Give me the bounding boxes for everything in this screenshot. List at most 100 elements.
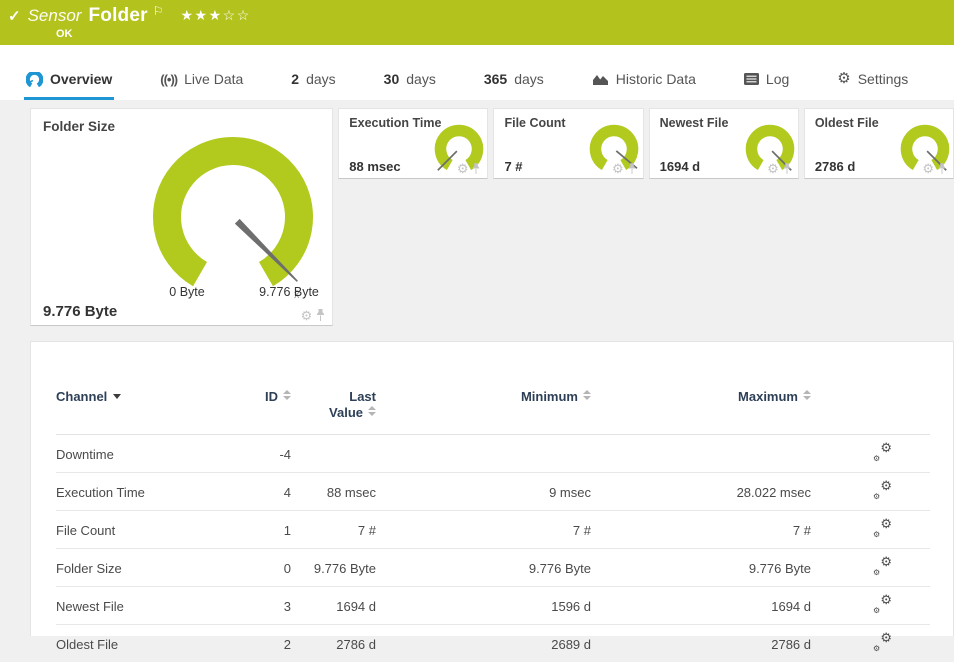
- column-header-id[interactable]: ID: [226, 342, 291, 435]
- pin-icon[interactable]: [316, 309, 325, 322]
- channel-settings-icon[interactable]: ⚙⚙: [873, 597, 893, 612]
- channel-value: 2786 d: [815, 159, 855, 174]
- channel-id: -4: [226, 435, 291, 473]
- channel-name: Execution Time: [56, 473, 226, 511]
- tab-label: days: [406, 71, 436, 87]
- live-data-icon: ((•)): [160, 72, 177, 87]
- tab-settings[interactable]: ⚙ Settings: [835, 71, 910, 100]
- channel-minimum: 1596 d: [376, 587, 591, 625]
- tab-label: Overview: [50, 71, 112, 87]
- channel-last-value: 2786 d: [291, 625, 376, 662]
- channel-value: 88 msec: [349, 159, 400, 174]
- sort-icon: [803, 390, 811, 400]
- tile-title: File Count: [504, 116, 565, 130]
- channel-settings-icon[interactable]: ⚙⚙: [873, 483, 893, 498]
- gauge-settings-icon[interactable]: ⚙: [457, 163, 469, 175]
- channel-table-panel: Channel ID LastValue Minimum Maximum Dow…: [30, 341, 954, 636]
- table-row-newest-file: Newest File 3 1694 d 1596 d 1694 d ⚙⚙: [56, 587, 930, 625]
- pin-icon[interactable]: [472, 163, 480, 175]
- tab-bar: Overview ((•)) Live Data 2 days 30 days …: [0, 45, 954, 100]
- sort-icon: [368, 406, 376, 416]
- channel-maximum: 28.022 msec: [591, 473, 811, 511]
- column-header-last-value[interactable]: LastValue: [291, 342, 376, 435]
- sort-icon: [583, 390, 591, 400]
- tile-title: Oldest File: [815, 116, 879, 130]
- tile-title: Folder Size: [43, 119, 115, 134]
- overview-content: Folder Size x̄ 0 Byte 9.776 Byte 9.776 B…: [0, 100, 954, 636]
- channel-last-value: [291, 435, 376, 473]
- stars-empty: ☆☆: [223, 7, 251, 23]
- gauge-settings-icon[interactable]: ⚙: [922, 163, 934, 175]
- tab-live-data[interactable]: ((•)) Live Data: [158, 71, 245, 100]
- stars-filled: ★★★: [180, 7, 222, 23]
- tile-title: Newest File: [660, 116, 729, 130]
- flag-icon[interactable]: ⚐: [153, 0, 164, 22]
- tab-label: Live Data: [184, 71, 243, 87]
- pin-icon[interactable]: [628, 163, 636, 175]
- tab-365-days[interactable]: 365 days: [482, 71, 546, 100]
- tile-file-count[interactable]: File Count 7 # ⚙: [493, 108, 643, 179]
- gauge-settings-icon[interactable]: ⚙: [301, 310, 313, 322]
- channel-settings-icon[interactable]: ⚙⚙: [873, 635, 893, 650]
- table-row-execution-time: Execution Time 4 88 msec 9 msec 28.022 m…: [56, 473, 930, 511]
- gauge-tiles: Folder Size x̄ 0 Byte 9.776 Byte 9.776 B…: [30, 108, 954, 326]
- pin-icon[interactable]: [783, 163, 791, 175]
- gauge-max-label: 9.776 Byte: [259, 285, 319, 299]
- tile-execution-time[interactable]: Execution Time 88 msec ⚙: [338, 108, 488, 179]
- tab-number: 2: [291, 71, 299, 87]
- column-header-maximum[interactable]: Maximum: [591, 342, 811, 435]
- gauge-settings-icon[interactable]: ⚙: [767, 163, 779, 175]
- channel-name: Downtime: [56, 435, 226, 473]
- tab-log[interactable]: Log: [742, 71, 791, 100]
- channel-maximum: 2786 d: [591, 625, 811, 662]
- tile-oldest-file[interactable]: Oldest File 2786 d ⚙: [804, 108, 954, 179]
- channel-minimum: 2689 d: [376, 625, 591, 662]
- gauge-min-label: 0 Byte: [169, 285, 204, 299]
- folder-size-gauge: x̄: [137, 129, 329, 309]
- column-header-minimum[interactable]: Minimum: [376, 342, 591, 435]
- table-row-oldest-file: Oldest File 2 2786 d 2689 d 2786 d ⚙⚙: [56, 625, 930, 662]
- column-header-actions: [811, 342, 930, 435]
- sensor-header: ✓ Sensor Folder ⚐ ★★★☆☆ OK: [0, 0, 954, 45]
- channel-settings-icon[interactable]: ⚙⚙: [873, 445, 893, 460]
- tile-folder-size[interactable]: Folder Size x̄ 0 Byte 9.776 Byte 9.776 B…: [30, 108, 333, 326]
- tab-historic-data[interactable]: Historic Data: [590, 71, 698, 100]
- tile-newest-file[interactable]: Newest File 1694 d ⚙: [649, 108, 799, 179]
- tab-30-days[interactable]: 30 days: [382, 71, 438, 100]
- channel-table: Channel ID LastValue Minimum Maximum Dow…: [56, 342, 930, 662]
- tab-2-days[interactable]: 2 days: [289, 71, 337, 100]
- column-header-channel[interactable]: Channel: [56, 342, 226, 435]
- channel-id: 0: [226, 549, 291, 587]
- channel-last-value: 7 #: [291, 511, 376, 549]
- channel-name: Oldest File: [56, 625, 226, 662]
- channel-maximum: [591, 435, 811, 473]
- channel-name: Folder Size: [56, 549, 226, 587]
- sort-desc-icon: [113, 394, 121, 399]
- pin-icon[interactable]: [938, 163, 946, 175]
- priority-stars[interactable]: ★★★☆☆: [180, 4, 250, 26]
- gear-icon: ⚙: [837, 72, 850, 86]
- channel-last-value: 88 msec: [291, 473, 376, 511]
- channel-settings-icon[interactable]: ⚙⚙: [873, 559, 893, 574]
- channel-minimum: 9.776 Byte: [376, 549, 591, 587]
- channel-id: 4: [226, 473, 291, 511]
- sort-icon: [283, 390, 291, 400]
- gauge-settings-icon[interactable]: ⚙: [612, 163, 624, 175]
- gauge-icon: [26, 72, 43, 87]
- channel-name: Newest File: [56, 587, 226, 625]
- channel-id: 3: [226, 587, 291, 625]
- channel-settings-icon[interactable]: ⚙⚙: [873, 521, 893, 536]
- tab-label: days: [514, 71, 544, 87]
- channel-last-value: 1694 d: [291, 587, 376, 625]
- channel-maximum: 7 #: [591, 511, 811, 549]
- channel-id: 1: [226, 511, 291, 549]
- channel-id: 2: [226, 625, 291, 662]
- tab-label: Historic Data: [616, 71, 696, 87]
- tab-label: Log: [766, 71, 789, 87]
- chart-icon: [592, 73, 609, 86]
- log-icon: [744, 73, 759, 85]
- table-row-folder-size: Folder Size 0 9.776 Byte 9.776 Byte 9.77…: [56, 549, 930, 587]
- table-row-file-count: File Count 1 7 # 7 # 7 # ⚙⚙: [56, 511, 930, 549]
- tab-overview[interactable]: Overview: [24, 71, 114, 100]
- tab-number: 365: [484, 71, 507, 87]
